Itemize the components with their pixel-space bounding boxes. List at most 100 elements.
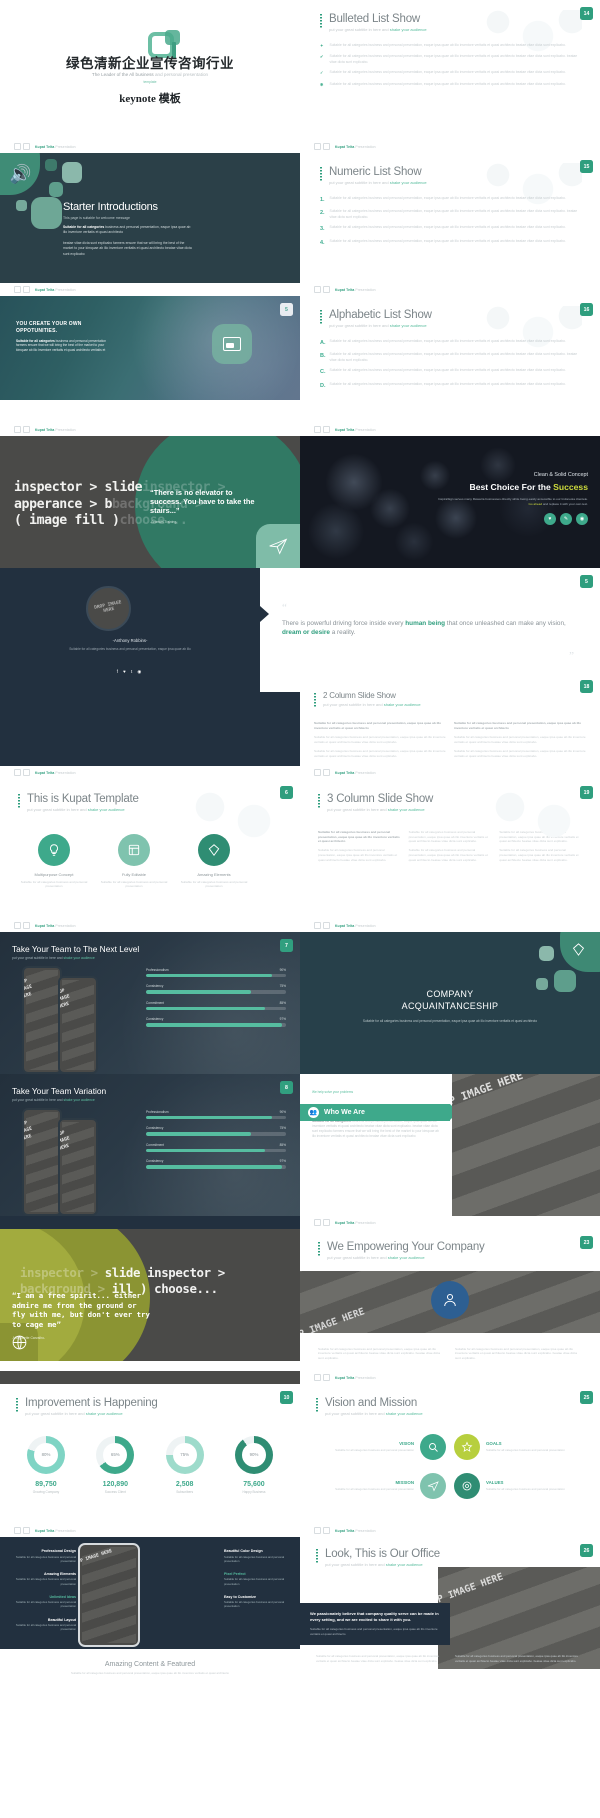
donut-ring: 80% bbox=[27, 1435, 65, 1474]
vm-item-vision[interactable]: VISION Suitable for all categories busin… bbox=[316, 1433, 446, 1460]
two-column-header: 2 Column Slide Show put your great subti… bbox=[300, 680, 600, 708]
list-item: B. Suitable for all categories business a… bbox=[320, 352, 578, 362]
donut-stat: 80% 89,750 Growing Company bbox=[16, 1435, 76, 1494]
next-icon[interactable] bbox=[323, 769, 330, 776]
slide-subtitle: put your great subtitle in here and shak… bbox=[329, 26, 427, 32]
heart-icon[interactable]: ♥ bbox=[544, 512, 556, 525]
slide-features[interactable]: DROP IMAGE HERE Professional Design Suita… bbox=[0, 1537, 300, 1689]
quote-text: I am a free spirit... either admire me f… bbox=[12, 1291, 150, 1329]
caption-title: Amazing Content & Featured bbox=[104, 1660, 196, 1668]
starter-body: Starter Introductions This page is suita… bbox=[63, 201, 193, 257]
next-icon[interactable] bbox=[323, 143, 330, 150]
slide-subtitle: put your great subtitle in here and shak… bbox=[325, 1561, 423, 1567]
prev-icon[interactable] bbox=[14, 1527, 21, 1534]
slide-clean-solid[interactable]: Clean & Solid Concept Best Choice For th… bbox=[300, 436, 600, 568]
slide-quote-left[interactable]: DROP IMAGE HERE -Anthony Robbins- Suitab… bbox=[0, 568, 260, 692]
slide-image-fill[interactable]: inspector > slideinspector > apperance >… bbox=[0, 436, 300, 568]
next-icon[interactable] bbox=[323, 1374, 330, 1381]
prev-icon[interactable] bbox=[14, 143, 21, 150]
bullet-icon: ✦ bbox=[320, 42, 324, 48]
prev-icon[interactable] bbox=[14, 922, 21, 929]
prev-icon[interactable] bbox=[314, 1374, 321, 1381]
slide-bulleted-list[interactable]: 14 Bulleted List Show put your great sub… bbox=[300, 0, 600, 127]
slide-team-variation[interactable]: 8 Take Your Team Variation put your grea… bbox=[0, 1074, 300, 1216]
prev-icon[interactable] bbox=[314, 1219, 321, 1226]
slide-company-acquaintanceship[interactable]: COMPANY ACQUAINTANCESHIP Suitable for all… bbox=[300, 932, 600, 1074]
slide-three-column[interactable]: 19 3 Column Slide Show put your great su… bbox=[300, 779, 600, 919]
feature-card[interactable]: Fully Editable Suitable for all categori… bbox=[98, 833, 170, 890]
send-icon bbox=[420, 1472, 446, 1499]
slide-subtitle: put your great subtitle in here and shak… bbox=[323, 701, 421, 707]
slide-vision-mission[interactable]: 25 Vision and Mission put your great sub… bbox=[300, 1384, 600, 1524]
slide-alphabetic-list[interactable]: 16 Alphabetic List Show put your great s… bbox=[300, 296, 600, 423]
slide-office[interactable]: 26 Look, This is Our Office put your gre… bbox=[300, 1537, 600, 1669]
prev-icon[interactable] bbox=[314, 1527, 321, 1534]
prev-icon[interactable] bbox=[314, 286, 321, 293]
next-icon[interactable] bbox=[23, 426, 30, 433]
list-marker: B. bbox=[320, 353, 326, 360]
progress-bars: Professionalism 90% Consistency 75% Commit… bbox=[146, 968, 286, 1034]
list-marker: A. bbox=[320, 339, 326, 346]
slide-empowering[interactable]: 23 We Empowering Your Company put your g… bbox=[300, 1229, 600, 1371]
slide-subtitle: put your great subtitle in here and shak… bbox=[325, 1410, 423, 1416]
prev-icon[interactable] bbox=[14, 769, 21, 776]
row-3: 5 YOU CREATE YOUR OWN OPPOTUNITIES. Suit… bbox=[0, 296, 600, 423]
vm-item-values[interactable]: VALUES Suitable for all categories busin… bbox=[454, 1472, 584, 1499]
open-quote-icon: “ bbox=[282, 602, 287, 614]
slide-starter-introductions[interactable]: 🔊 Starter Introductions This page is sui… bbox=[0, 153, 300, 283]
slide-opportunities[interactable]: 5 YOU CREATE YOUR OWN OPPOTUNITIES. Suit… bbox=[0, 296, 300, 400]
row-2: 🔊 Starter Introductions This page is sui… bbox=[0, 153, 600, 283]
next-icon[interactable] bbox=[23, 1527, 30, 1534]
paper-plane-icon bbox=[256, 524, 300, 568]
next-icon[interactable] bbox=[323, 1527, 330, 1534]
feature-card[interactable]: Multipurpose Concept Suitable for all ca… bbox=[18, 833, 90, 890]
next-icon[interactable] bbox=[23, 769, 30, 776]
feature-item: Professional Design Suitable for all cate… bbox=[15, 1549, 76, 1563]
next-icon[interactable] bbox=[323, 426, 330, 433]
slide-footer: Kupat Telta Presentation bbox=[300, 1524, 600, 1537]
prev-icon[interactable] bbox=[14, 286, 21, 293]
prev-icon[interactable] bbox=[314, 143, 321, 150]
slide-team-next-level[interactable]: 7 Take Your Team to The Next Level put y… bbox=[0, 932, 300, 1074]
next-icon[interactable] bbox=[323, 1219, 330, 1226]
panel-body: Suitable for all categories business and… bbox=[310, 1627, 438, 1636]
phone-mockup: DROP IMAGE HERE bbox=[58, 1118, 98, 1216]
prev-icon[interactable] bbox=[314, 426, 321, 433]
footer-brand: Kupat Telta Presentation bbox=[35, 144, 76, 149]
panel-title: We passionately believe that company qua… bbox=[310, 1611, 439, 1622]
target-icon[interactable]: ◉ bbox=[576, 512, 588, 525]
vm-item-mission[interactable]: MISSION Suitable for all categories busi… bbox=[316, 1472, 446, 1499]
slide-footer: Kupat Telta Presentation bbox=[0, 919, 300, 932]
slide-quote-right[interactable]: 5 “ There is powerful driving force insi… bbox=[260, 568, 600, 692]
slide-cover[interactable]: 绿色清新企业宣传咨询行业 The Leader of the All busin… bbox=[0, 0, 300, 140]
prev-icon[interactable] bbox=[314, 922, 321, 929]
slide-kupat-template[interactable]: 6 This is Kupat Template put your great … bbox=[0, 779, 300, 919]
pencil-icon[interactable]: ✎ bbox=[560, 512, 572, 525]
slide-number-badge: 15 bbox=[580, 160, 593, 173]
stat-value: 120,890 bbox=[102, 1480, 128, 1488]
slide-title: Improvement is Happening bbox=[25, 1397, 158, 1409]
social-icons[interactable]: f ♥ t ◉ bbox=[0, 669, 260, 675]
slide-improvement[interactable]: 10 Improvement is Happening put your gre… bbox=[0, 1384, 300, 1524]
next-icon[interactable] bbox=[323, 922, 330, 929]
slide-margarita-quote[interactable]: inspector > slide inspector > background… bbox=[0, 1229, 300, 1361]
next-icon[interactable] bbox=[23, 286, 30, 293]
oppo-text: YOU CREATE YOUR OWN OPPOTUNITIES. Suitab… bbox=[16, 321, 116, 353]
slide-subtitle: put your great subtitle in here and shak… bbox=[329, 322, 427, 328]
feature-card[interactable]: Amazing Elements Suitable for all catego… bbox=[178, 833, 250, 890]
close-quote-icon: ” bbox=[569, 650, 574, 662]
quote-text: There is powerful driving force inside e… bbox=[282, 620, 566, 637]
who-photo: DROP IMAGE HERE bbox=[452, 1074, 600, 1216]
slide-numeric-list[interactable]: 15 Numeric List Show put your great subt… bbox=[300, 153, 600, 280]
slide-who-we-are[interactable]: 21 We help solve your problems 👥 Who We … bbox=[300, 1074, 600, 1216]
prev-icon[interactable] bbox=[314, 769, 321, 776]
prev-icon[interactable] bbox=[14, 426, 21, 433]
vm-item-goals[interactable]: GOALS Suitable for all categories busine… bbox=[454, 1433, 584, 1460]
next-icon[interactable] bbox=[23, 143, 30, 150]
next-icon[interactable] bbox=[23, 922, 30, 929]
deco-blob bbox=[62, 162, 82, 183]
next-icon[interactable] bbox=[323, 286, 330, 293]
footbar-row-2: Kupat Telta Presentation Kupat Telta Pre… bbox=[0, 283, 600, 296]
image-fill-quote: There is no elevator to success. You hav… bbox=[150, 488, 255, 524]
company-content: COMPANY ACQUAINTANCESHIP Suitable for all… bbox=[300, 988, 600, 1024]
